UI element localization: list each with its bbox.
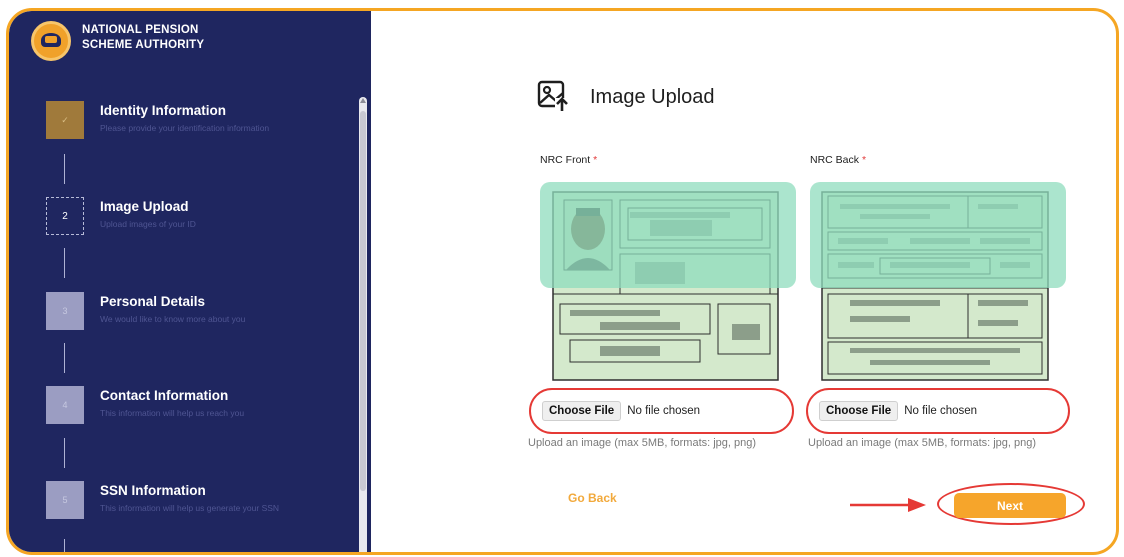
required-marker: * (593, 154, 598, 166)
brand: NATIONAL PENSION SCHEME AUTHORITY (31, 21, 232, 61)
nrc-front-label-text: NRC Front (540, 154, 591, 166)
nrc-front-file-input[interactable]: Choose File No file chosen (529, 388, 794, 434)
step-connector (64, 539, 65, 552)
go-back-button[interactable]: Go Back (568, 491, 617, 505)
nrc-front-sample-image (540, 182, 796, 381)
step-subtitle: We would like to know more about you (100, 314, 246, 324)
step-number: 2 (46, 197, 84, 235)
sidebar: NATIONAL PENSION SCHEME AUTHORITY ✓ Iden… (9, 11, 371, 552)
step-subtitle: Please provide your identification infor… (100, 123, 270, 133)
nrc-back-file-input[interactable]: Choose File No file chosen (806, 388, 1070, 434)
nrc-back-helper-text: Upload an image (max 5MB, formats: jpg, … (808, 437, 1037, 449)
nrc-back-sample-image (810, 182, 1066, 381)
step-number: 4 (46, 386, 84, 424)
required-marker: * (861, 154, 867, 166)
step-image-upload[interactable]: 2 Image Upload Upload images of your ID (46, 197, 346, 237)
step-subtitle: This information will help us generate y… (100, 503, 280, 513)
step-identity-information[interactable]: ✓ Identity Information Please provide yo… (46, 101, 346, 141)
step-number: 5 (46, 481, 84, 519)
step-title: Image Upload (100, 199, 189, 214)
arrow-right-icon (850, 498, 926, 512)
step-connector (64, 154, 65, 184)
file-status: No file chosen (904, 405, 978, 417)
sidebar-scrollbar[interactable] (359, 97, 367, 552)
org-name-line2: SCHEME AUTHORITY (82, 39, 205, 51)
step-title: Contact Information (100, 388, 229, 403)
nrc-front-label: NRC Front * (540, 154, 597, 166)
image-upload-icon (537, 80, 569, 112)
scroll-up-icon[interactable] (360, 98, 366, 103)
page-title: Image Upload (590, 86, 715, 108)
org-name-line1: NATIONAL PENSION (82, 24, 199, 36)
nrc-front-helper-text: Upload an image (max 5MB, formats: jpg, … (528, 437, 757, 449)
step-check-icon: ✓ (46, 101, 84, 139)
step-connector (64, 438, 65, 468)
step-connector (64, 343, 65, 373)
step-title: Personal Details (100, 294, 206, 309)
scroll-thumb[interactable] (360, 111, 366, 491)
step-number: 3 (46, 292, 84, 330)
next-button[interactable]: Next (954, 493, 1066, 518)
step-subtitle: This information will help us reach you (100, 408, 245, 418)
nrc-back-label: NRC Back * (810, 154, 866, 166)
step-personal-details[interactable]: 3 Personal Details We would like to know… (46, 292, 346, 332)
step-ssn-information[interactable]: 5 SSN Information This information will … (46, 481, 346, 521)
step-connector (64, 248, 65, 278)
org-name: NATIONAL PENSION SCHEME AUTHORITY (82, 23, 232, 53)
file-status: No file chosen (627, 405, 701, 417)
choose-file-button[interactable]: Choose File (542, 401, 622, 421)
step-subtitle: Upload images of your ID (100, 219, 196, 229)
choose-file-button[interactable]: Choose File (819, 401, 899, 421)
nrc-back-label-text: NRC Back (810, 154, 860, 166)
napsa-logo (31, 21, 71, 61)
step-title: SSN Information (100, 483, 206, 498)
step-title: Identity Information (100, 103, 226, 118)
step-contact-information[interactable]: 4 Contact Information This information w… (46, 386, 346, 426)
